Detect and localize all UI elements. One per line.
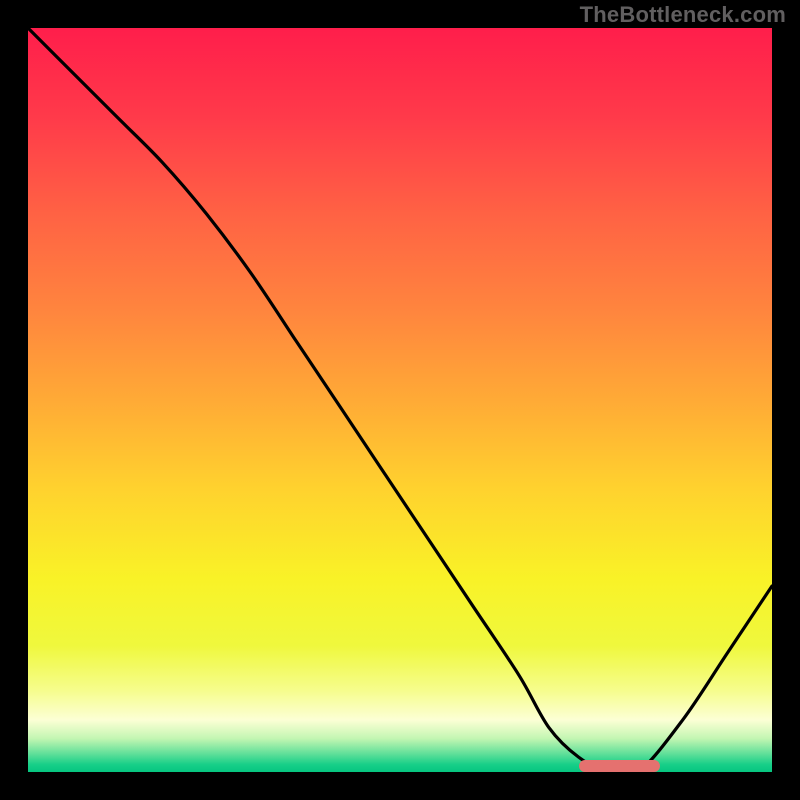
background-gradient bbox=[28, 28, 772, 772]
watermark-text: TheBottleneck.com bbox=[580, 2, 786, 28]
plot-area bbox=[28, 28, 772, 772]
chart-container: TheBottleneck.com bbox=[0, 0, 800, 800]
